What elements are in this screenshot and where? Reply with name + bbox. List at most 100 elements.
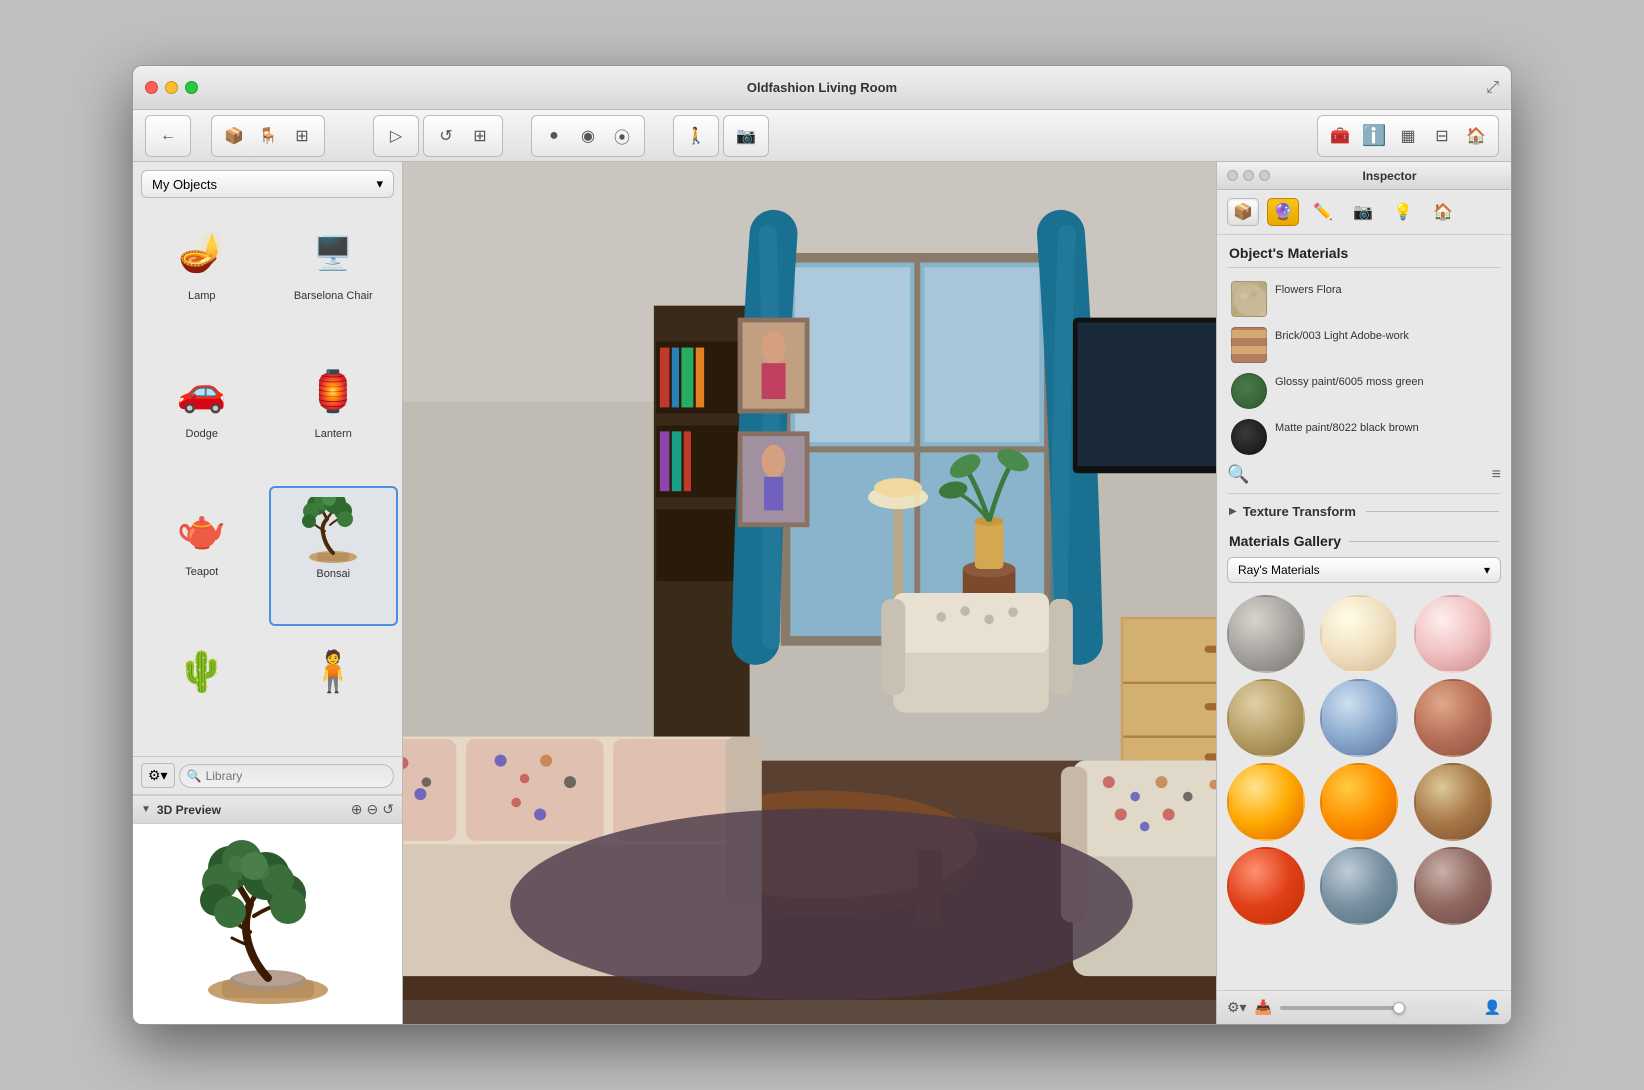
mode-1[interactable]: ● (538, 120, 570, 152)
gallery-sphere-12[interactable] (1414, 847, 1492, 925)
camera-tool[interactable]: 📷 (730, 120, 762, 152)
objects-icon[interactable]: 🧰 (1324, 120, 1356, 152)
material-item-flowers[interactable]: Flowers Flora (1225, 276, 1503, 322)
material-swatch-flowers (1231, 281, 1267, 317)
gallery-sphere-11[interactable] (1320, 847, 1398, 925)
material-item-moss[interactable]: Glossy paint/6005 moss green (1225, 368, 1503, 414)
traffic-lights (145, 81, 198, 94)
info-icon[interactable]: ℹ️ (1358, 120, 1390, 152)
inspector-tab-light[interactable]: 💡 (1387, 198, 1419, 226)
gallery-dropdown-label: Ray's Materials (1238, 563, 1320, 577)
rotate-tool[interactable]: ↺ (430, 120, 462, 152)
gallery-sphere-7[interactable] (1227, 763, 1305, 841)
layers-icon[interactable]: ⊟ (1426, 120, 1458, 152)
import-button[interactable]: 📥 (1255, 999, 1272, 1016)
bonsai-icon (293, 496, 373, 566)
objects-materials-title: Object's Materials (1217, 235, 1511, 267)
material-item-brick[interactable]: Brick/003 Light Adobe-work (1225, 322, 1503, 368)
mode-3[interactable]: ⦿ (606, 120, 638, 152)
gallery-sphere-1[interactable] (1227, 595, 1305, 673)
gallery-dropdown[interactable]: Ray's Materials ▾ (1227, 557, 1501, 583)
object-item-lamp[interactable]: 🪔 Lamp (137, 210, 267, 346)
viewport[interactable]: ||| (403, 162, 1216, 1024)
object-item-teapot[interactable]: 🫖 Teapot (137, 486, 267, 626)
close-button[interactable] (145, 81, 158, 94)
home-icon[interactable]: 🏠 (1460, 120, 1492, 152)
materials-gallery-grid (1217, 591, 1511, 929)
zoom-in-button[interactable]: ⊕ (351, 801, 363, 818)
search-input[interactable] (179, 764, 394, 788)
material-name-black: Matte paint/8022 black brown (1275, 419, 1419, 436)
gallery-sphere-10[interactable] (1227, 847, 1305, 925)
objects-dropdown[interactable]: My Objects ▾ (141, 170, 394, 198)
objects-list-btn[interactable]: 📦 (218, 120, 250, 152)
material-swatch-moss (1231, 373, 1267, 409)
select-tool[interactable]: ▷ (380, 120, 412, 152)
inspector-tab-building[interactable]: 🏠 (1427, 198, 1459, 226)
inspector-tab-objects[interactable]: 📦 (1227, 198, 1259, 226)
snap-tool[interactable]: ⊞ (464, 120, 496, 152)
menu-icon[interactable]: ≡ (1492, 466, 1501, 484)
gallery-sphere-6[interactable] (1414, 679, 1492, 757)
gallery-sphere-3[interactable] (1414, 595, 1492, 673)
texture-transform-header[interactable]: ▶ Texture Transform (1217, 498, 1511, 525)
objects-group: 📦 🪑 ⊞ (211, 115, 325, 157)
left-sidebar: My Objects ▾ 🪔 Lamp 🖥️ Barselona Chair 🚗… (133, 162, 403, 1024)
material-item-black[interactable]: Matte paint/8022 black brown (1225, 414, 1503, 460)
gallery-sphere-9[interactable] (1414, 763, 1492, 841)
maximize-button[interactable] (185, 81, 198, 94)
person-icon[interactable]: 👤 (1484, 999, 1501, 1016)
inspector-tab-camera[interactable]: 📷 (1347, 198, 1379, 226)
right-inspector: Inspector 📦 🔮 ✏️ 📷 💡 🏠 Object's Material… (1216, 162, 1511, 1024)
walk-tool[interactable]: 🚶 (680, 120, 712, 152)
settings-button[interactable]: ⚙▾ (1227, 999, 1247, 1016)
inspector-tl-2[interactable] (1243, 170, 1254, 181)
object-item-chair[interactable]: 🖥️ Barselona Chair (269, 210, 399, 346)
object-item-bonsai[interactable]: Bonsai (269, 486, 399, 626)
materials-gallery-title: Materials Gallery (1229, 533, 1341, 549)
objects-thumb-btn[interactable]: 🪑 (252, 120, 284, 152)
car-icon: 🚗 (162, 356, 242, 426)
gear-button[interactable]: ⚙▾ (141, 763, 175, 788)
inspector-icon[interactable]: ▦ (1392, 120, 1424, 152)
resize-icon[interactable]: ⤢ (1486, 79, 1499, 97)
main-content: My Objects ▾ 🪔 Lamp 🖥️ Barselona Chair 🚗… (133, 162, 1511, 1024)
eyedropper-tool[interactable]: 🔍 (1227, 464, 1249, 485)
preview-header: ▼ 3D Preview ⊕ ⊖ ↺ (133, 795, 402, 824)
object-item-dodge[interactable]: 🚗 Dodge (137, 348, 267, 484)
right-tools: 🧰 ℹ️ ▦ ⊟ 🏠 (1317, 115, 1499, 157)
gallery-sphere-5[interactable] (1320, 679, 1398, 757)
teapot-icon: 🫖 (162, 494, 242, 564)
gallery-sphere-2[interactable] (1320, 595, 1398, 673)
material-name-flowers: Flowers Flora (1275, 281, 1342, 298)
scene: ||| (403, 162, 1216, 1024)
inspector-tl-3[interactable] (1259, 170, 1270, 181)
objects-grid: 🪔 Lamp 🖥️ Barselona Chair 🚗 Dodge 🏮 Lant… (133, 206, 402, 756)
preview-collapse-icon[interactable]: ▼ (141, 804, 151, 815)
inspector-tl-1[interactable] (1227, 170, 1238, 181)
inspector-tab-material[interactable]: 🔮 (1267, 198, 1299, 226)
opacity-slider[interactable] (1280, 1006, 1476, 1010)
rotate-preview-button[interactable]: ↺ (382, 801, 394, 818)
object-item-plant[interactable]: 🌵 (137, 628, 267, 752)
objects-grid-btn[interactable]: ⊞ (286, 120, 318, 152)
materials-gallery-header: Materials Gallery (1217, 525, 1511, 553)
gallery-sphere-8[interactable] (1320, 763, 1398, 841)
tool-row: 🔍 ≡ (1217, 460, 1511, 489)
tools-group: ▷ (373, 115, 419, 157)
nav-group: ← (145, 115, 191, 157)
gallery-sphere-4[interactable] (1227, 679, 1305, 757)
slider-thumb[interactable] (1393, 1002, 1405, 1014)
bonsai-preview (168, 832, 368, 1017)
inspector-tab-edit[interactable]: ✏️ (1307, 198, 1339, 226)
mode-2[interactable]: ◉ (572, 120, 604, 152)
minimize-button[interactable] (165, 81, 178, 94)
texture-transform-label: Texture Transform (1243, 504, 1356, 519)
object-item-person[interactable]: 🧍 (269, 628, 399, 752)
back-button[interactable]: ← (152, 120, 184, 152)
zoom-out-button[interactable]: ⊖ (367, 801, 379, 818)
search-icon: 🔍 (187, 769, 202, 783)
object-item-lantern[interactable]: 🏮 Lantern (269, 348, 399, 484)
material-swatch-brick (1231, 327, 1267, 363)
object-label-lamp: Lamp (188, 290, 216, 302)
